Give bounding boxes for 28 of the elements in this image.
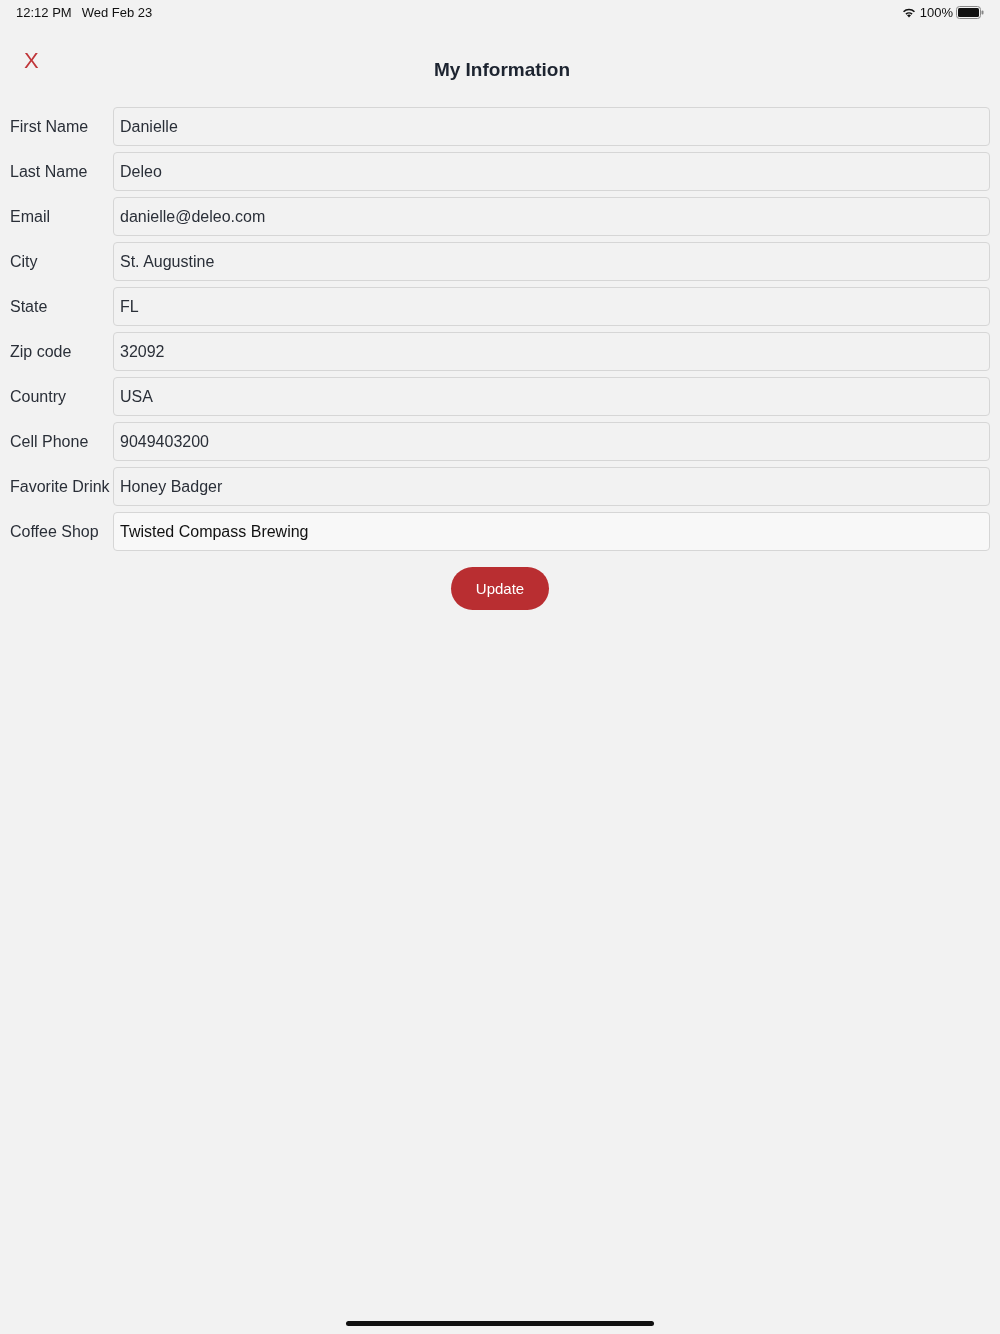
page-title: My Information <box>433 59 571 81</box>
field-label: City <box>10 252 39 271</box>
field-label: State <box>10 297 49 316</box>
text-field[interactable]: 9049403200 <box>113 422 990 461</box>
field-label: Last Name <box>10 162 89 181</box>
text-field[interactable]: Danielle <box>113 107 990 146</box>
text-field[interactable]: Deleo <box>113 152 990 191</box>
text-field[interactable]: USA <box>113 377 990 416</box>
field-label: Country <box>10 387 68 406</box>
field-label: Cell Phone <box>10 432 90 451</box>
text-field[interactable]: Twisted Compass Brewing <box>113 512 990 551</box>
text-field[interactable]: danielle@deleo.com <box>113 197 990 236</box>
text-field[interactable]: FL <box>113 287 990 326</box>
battery-icon <box>956 5 984 19</box>
status-time: 12:12 PM <box>16 4 72 20</box>
text-field[interactable]: Honey Badger <box>113 467 990 506</box>
field-label: First Name <box>10 117 90 136</box>
field-label: Zip code <box>10 342 73 361</box>
field-label: Coffee Shop <box>10 522 100 541</box>
wifi-icon <box>901 6 916 18</box>
field-label: Email <box>10 207 51 226</box>
close-button[interactable]: X <box>20 46 43 76</box>
text-field[interactable]: 32092 <box>113 332 990 371</box>
status-date: Wed Feb 23 <box>81 4 153 20</box>
field-label: Favorite Drink <box>10 477 111 496</box>
update-button[interactable]: Update <box>451 567 549 610</box>
text-field[interactable]: St. Augustine <box>113 242 990 281</box>
battery-percent: 100% <box>919 4 953 20</box>
